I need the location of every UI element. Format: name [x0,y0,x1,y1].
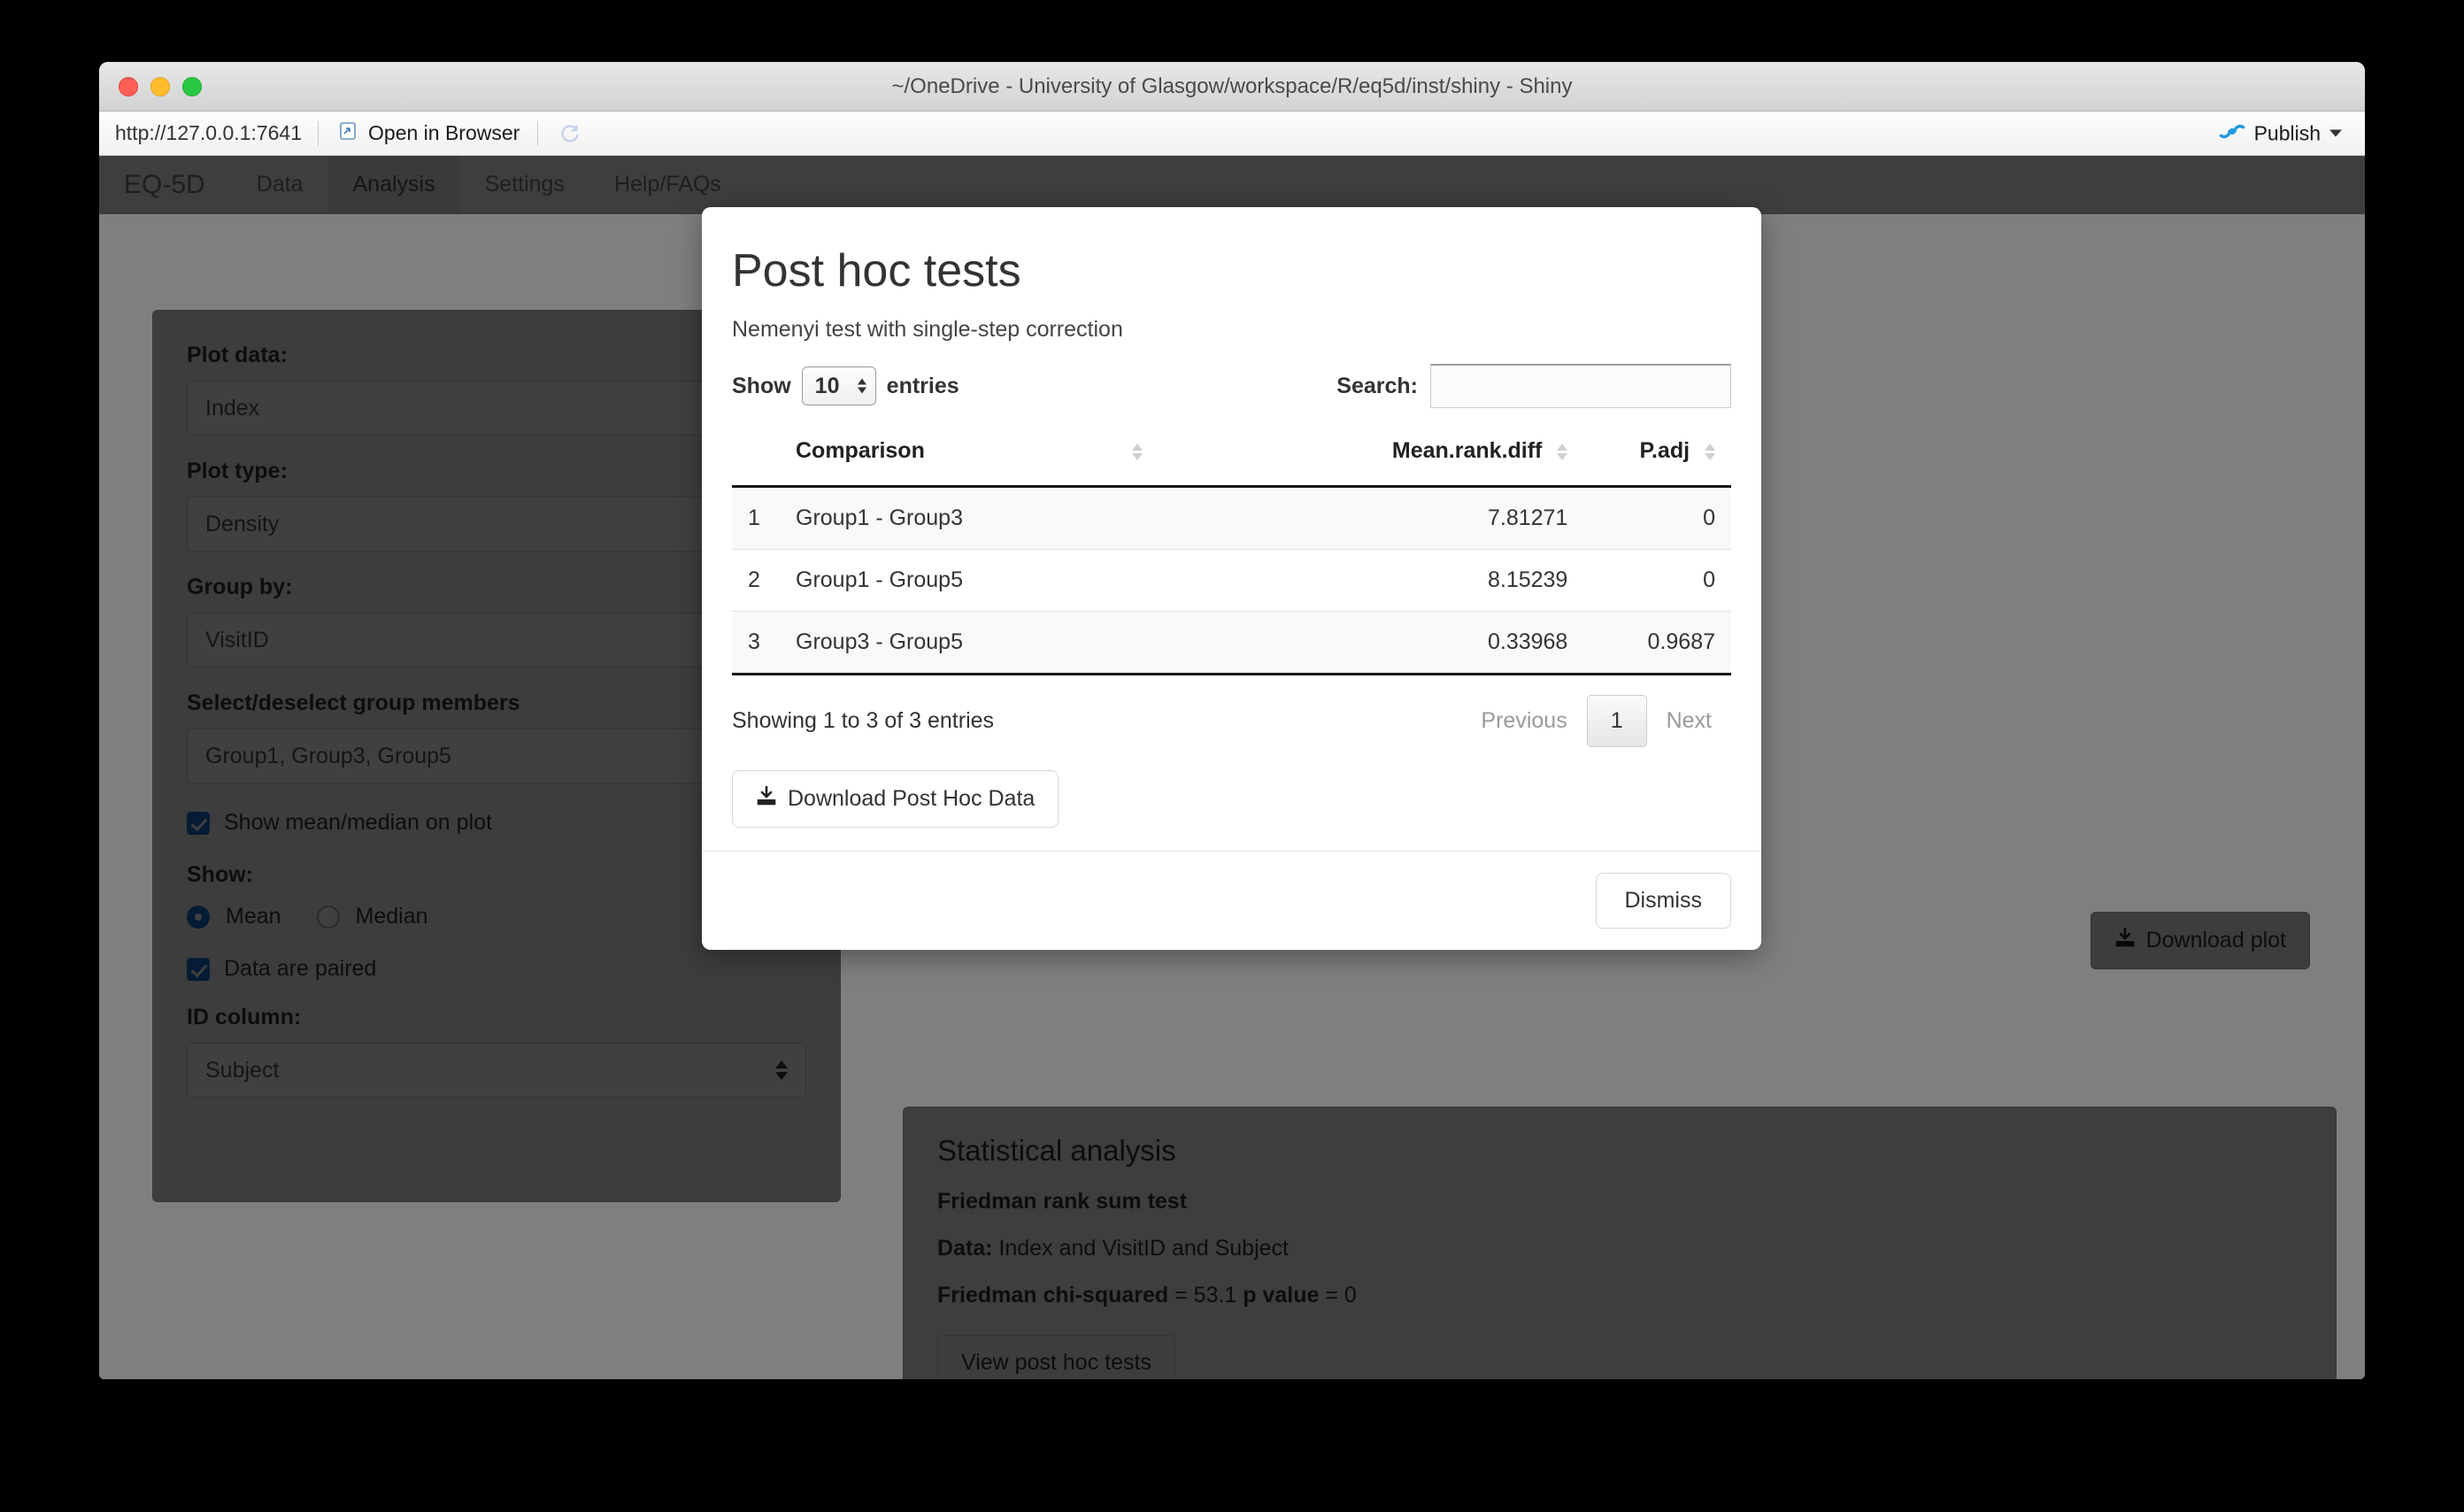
column-header-p-adj-label: P.adj [1639,438,1690,463]
column-header-comparison[interactable]: Comparison [780,428,1299,488]
search-label: Search: [1336,373,1418,398]
publish-button[interactable]: Publish [2219,120,2342,147]
maximize-window-button[interactable] [182,76,202,96]
download-icon [756,785,777,813]
modal-footer: Dismiss [702,851,1761,950]
entries-length-control: Show 10 entries [732,366,959,405]
row-mean-rank-diff: 0.33968 [1298,611,1584,675]
row-p-adj: 0.9687 [1583,611,1731,675]
minimize-window-button[interactable] [150,76,170,96]
traffic-lights [119,76,202,96]
row-mean-rank-diff: 8.15239 [1298,549,1584,612]
rstudio-viewer-window: ~/OneDrive - University of Glasgow/works… [99,62,2365,1379]
entries-per-page-select[interactable]: 10 [801,366,876,405]
column-header-index[interactable] [732,428,780,488]
dismiss-button[interactable]: Dismiss [1595,873,1731,929]
download-post-hoc-data-label: Download Post Hoc Data [788,786,1036,811]
row-comparison: Group3 - Group5 [780,611,1299,675]
entries-info-label: Showing 1 to 3 of 3 entries [732,708,995,733]
row-mean-rank-diff: 7.81271 [1298,486,1584,550]
open-in-browser-label: Open in Browser [368,121,520,144]
post-hoc-tests-modal: Post hoc tests Nemenyi test with single-… [702,207,1761,950]
datatable-footer: Showing 1 to 3 of 3 entries Previous 1 N… [732,695,1731,747]
column-header-mean-rank-diff[interactable]: Mean.rank.diff [1298,428,1584,488]
row-comparison: Group1 - Group5 [780,549,1299,612]
entries-spinner-icon[interactable] [857,378,866,394]
modal-subtitle: Nemenyi test with single-step correction [732,317,1123,342]
close-window-button[interactable] [119,76,138,96]
row-p-adj: 0 [1583,549,1731,612]
search-input[interactable] [1430,364,1731,408]
post-hoc-results-table: Comparison Mean.rank.diff P.adj 1 Group1… [732,428,1731,675]
table-body: 1 Group1 - Group3 7.81271 0 2 Group1 - G… [732,486,1731,675]
table-row[interactable]: 2 Group1 - Group5 8.15239 0 [732,549,1731,612]
datatable-controls: Show 10 entries Search: [732,364,1731,408]
row-index: 1 [732,486,780,550]
table-row[interactable]: 1 Group1 - Group3 7.81271 0 [732,486,1731,550]
row-index: 2 [732,549,780,612]
table-header: Comparison Mean.rank.diff P.adj [732,428,1731,488]
refresh-icon[interactable] [538,121,602,146]
download-post-hoc-data-button[interactable]: Download Post Hoc Data [732,770,1059,828]
open-in-browser-button[interactable]: Open in Browser [319,120,537,147]
show-prefix-label: Show [732,373,791,398]
column-header-mean-rank-diff-label: Mean.rank.diff [1391,438,1543,463]
chevron-down-icon[interactable] [2329,129,2342,137]
viewer-toolbar: http://127.0.0.1:7641 Open in Browser Pu… [99,112,2365,156]
publish-icon [2219,120,2245,147]
search-filter: Search: [1336,364,1731,408]
pagination: Previous 1 Next [1461,695,1731,747]
row-comparison: Group1 - Group3 [780,486,1299,550]
column-header-p-adj[interactable]: P.adj [1583,428,1731,488]
entries-per-page-value: 10 [814,373,840,398]
column-header-comparison-label: Comparison [796,438,925,463]
sort-icon-mean-rank-diff[interactable] [1557,443,1568,460]
sort-icon-p-adj[interactable] [1705,443,1715,460]
row-index: 3 [732,611,780,675]
show-suffix-label: entries [886,373,959,398]
modal-body: Post hoc tests Nemenyi test with single-… [702,207,1761,851]
shiny-app-body: EQ-5D Data Analysis Settings Help/FAQs P… [99,156,2365,1379]
row-p-adj: 0 [1583,486,1731,550]
table-row[interactable]: 3 Group3 - Group5 0.33968 0.9687 [732,611,1731,675]
pagination-previous[interactable]: Previous [1461,696,1586,746]
modal-title: Post hoc tests [732,245,1021,297]
sort-icon-comparison[interactable] [1131,443,1143,460]
publish-label: Publish [2253,121,2321,144]
pagination-page-1[interactable]: 1 [1586,695,1647,747]
window-titlebar: ~/OneDrive - University of Glasgow/works… [99,62,2365,112]
table-header-row: Comparison Mean.rank.diff P.adj [732,428,1731,488]
window-title: ~/OneDrive - University of Glasgow/works… [891,73,1573,98]
url-label: http://127.0.0.1:7641 [115,121,303,144]
pagination-next[interactable]: Next [1647,696,1731,746]
external-window-icon [336,120,359,147]
